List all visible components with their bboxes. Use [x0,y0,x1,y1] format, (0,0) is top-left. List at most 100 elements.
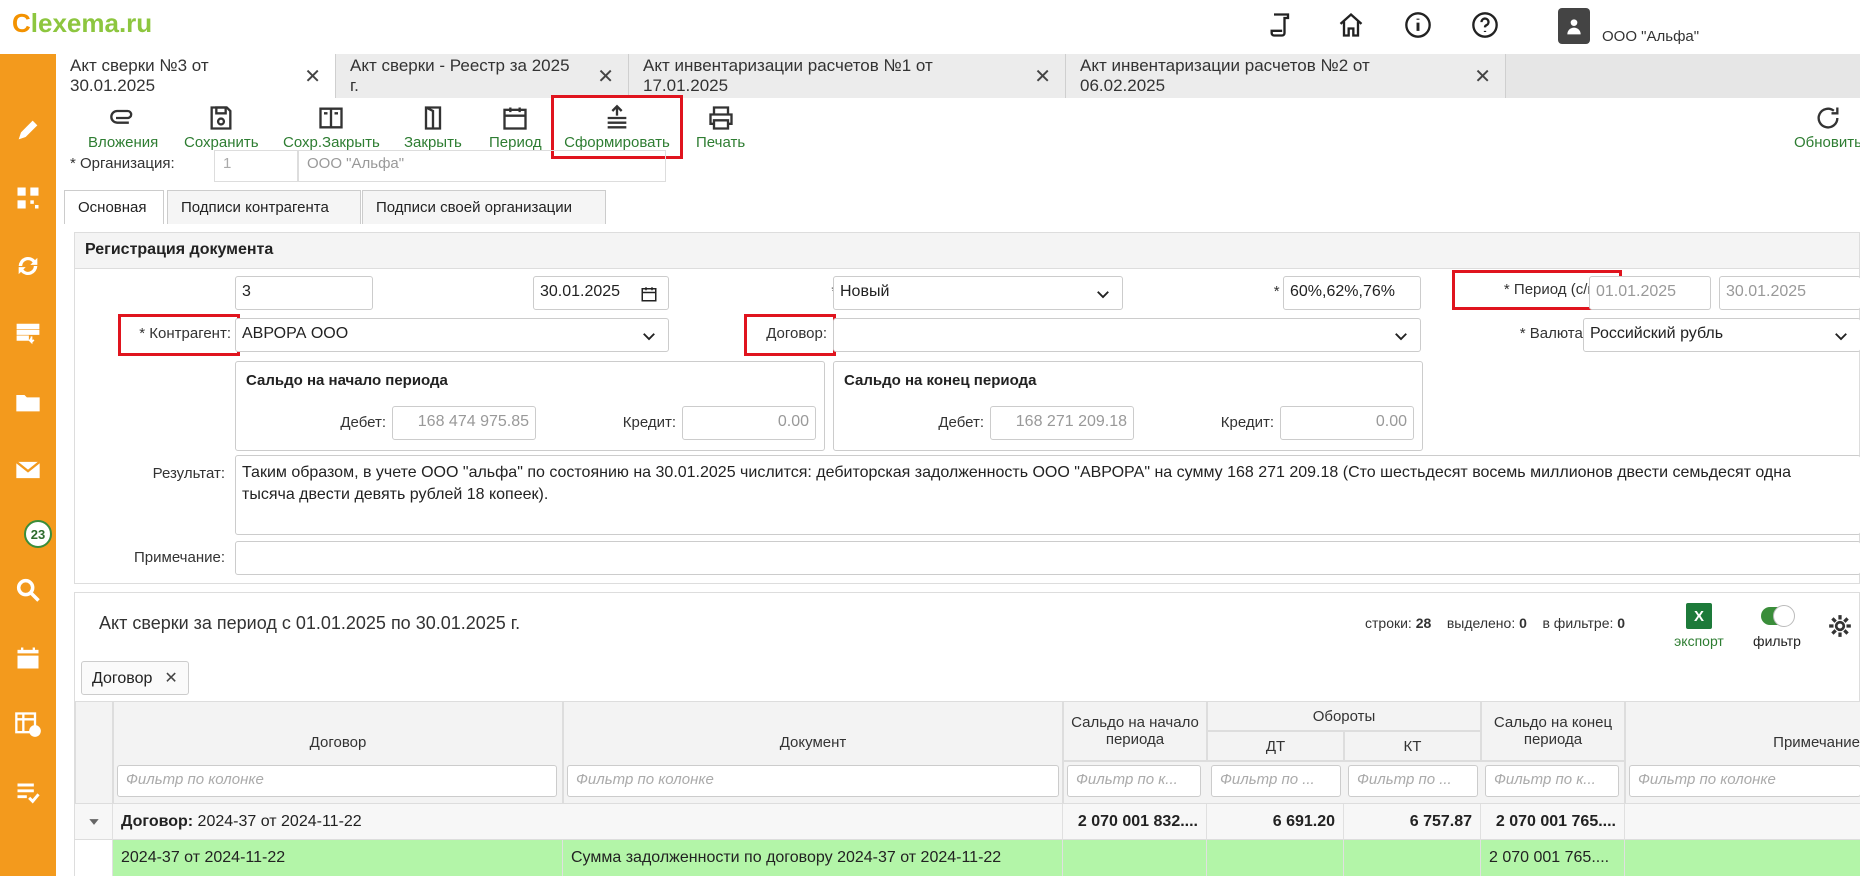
chip-label: Договор [92,670,153,687]
refresh-icon [1817,107,1839,129]
scroll-icon[interactable] [1266,10,1296,40]
search-icon[interactable] [12,574,44,606]
filter-toggle[interactable]: фильтр [1747,603,1807,649]
rows-count: 28 [1415,615,1432,631]
close-icon[interactable]: ✕ [164,670,177,687]
save-close-button[interactable]: Сохр.Закрыть [283,104,380,156]
app-logo[interactable]: Clexema.ru [12,8,152,39]
row-kt-cell [1344,840,1481,876]
counterparty-label: * Контрагент: [118,314,240,356]
currency-value: Российский рубль [1590,325,1724,342]
gear-icon[interactable] [1827,613,1853,643]
period-to-field[interactable]: 30.01.2025 [1719,276,1860,310]
close-icon[interactable]: ✕ [1474,64,1491,89]
group-label-cell: Договор: 2024-37 от 2024-11-22 [113,804,1063,840]
toggle-switch[interactable] [1761,605,1795,627]
table-clock-icon[interactable] [12,708,44,740]
account-field[interactable]: 60%,62%,76% [1283,276,1421,310]
folder-icon[interactable] [12,386,44,418]
header-kt[interactable]: КТ [1344,731,1481,761]
close-button[interactable]: Закрыть [404,104,462,156]
checklist-icon[interactable] [12,776,44,808]
end-credit-field[interactable]: 0.00 [1280,406,1414,440]
filter-kt-input[interactable]: Фильтр по ... [1348,765,1478,797]
organization-select[interactable]: ООО "Альфа" [298,150,666,182]
qr-icon[interactable] [12,182,44,214]
group-chip[interactable]: Договор ✕ [81,661,189,695]
filter-dt-input[interactable]: Фильтр по ... [1211,765,1341,797]
top-bar: Clexema.ru ООО "Альфа" [0,0,1860,54]
filter-end-input[interactable]: Фильтр по к... [1485,765,1619,797]
header-end-balance[interactable]: Сальдо на конец периода [1481,701,1625,761]
collapse-icon[interactable] [75,804,113,840]
print-button[interactable]: Печать [696,104,745,156]
generate-button[interactable]: Сформировать [551,95,683,159]
tab-act-registry[interactable]: Акт сверки - Реестр за 2025 г. ✕ [336,54,629,98]
number-field[interactable]: 3 [235,276,373,310]
tab-inventory-2[interactable]: Акт инвентаризации расчетов №2 от 06.02.… [1066,54,1506,98]
excel-icon: X [1686,603,1712,629]
start-debit-field[interactable]: 168 474 975.85 [392,406,536,440]
filter-note-input[interactable]: Фильтр по колонке [1629,765,1860,797]
user-avatar[interactable] [1558,8,1590,44]
help-icon[interactable] [1470,10,1500,40]
calendar-icon[interactable] [12,642,44,674]
user-name[interactable]: ООО "Альфа" [1602,28,1699,45]
table-group-row[interactable]: Договор: 2024-37 от 2024-11-22 2 070 001… [75,804,1860,840]
close-icon[interactable]: ✕ [597,64,614,89]
header-start-balance[interactable]: Сальдо на начало периода [1063,701,1207,761]
export-label: экспорт [1674,633,1724,649]
export-button[interactable]: X экспорт [1669,603,1729,649]
tab-own-signatures[interactable]: Подписи своей организации [362,190,606,224]
status-value: Новый [840,283,890,300]
download-list-icon[interactable] [12,318,44,350]
attachments-button[interactable]: Вложения [88,104,158,156]
header-label: Документ [779,734,847,751]
filter-start-input[interactable]: Фильтр по к... [1067,765,1201,797]
header-label: Договор [309,734,367,751]
result-line: тысяча двести девять рублей 18 копеек). [242,486,549,503]
close-icon[interactable]: ✕ [1034,64,1051,89]
end-debit-field[interactable]: 168 271 209.18 [990,406,1134,440]
period-from-field[interactable]: 01.01.2025 [1589,276,1711,310]
start-credit-field[interactable]: 0.00 [682,406,816,440]
header-dt[interactable]: ДТ [1207,731,1344,761]
print-label: Печать [696,134,746,151]
printer-icon [708,106,733,130]
end-balance-box: Сальдо на конец периода Дебет: 168 271 2… [833,361,1423,451]
toolbar: Вложения Сохранить Сохр.Закрыть Закрыть … [56,95,1860,159]
status-select[interactable]: Новый [833,276,1123,310]
contract-select[interactable] [833,318,1421,352]
mail-icon[interactable] [12,454,44,486]
start-balance-title: Сальдо на начало периода [246,372,448,389]
save-button[interactable]: Сохранить [184,104,259,156]
close-icon[interactable]: ✕ [304,64,321,89]
counterparty-select[interactable]: АВРОРА ООО [235,318,669,352]
pencil-icon[interactable] [12,114,44,146]
registration-panel: Регистрация документа Номер: 3 * Дата: 3… [74,232,1860,584]
refresh-button[interactable]: Обновить [1794,104,1860,156]
result-field[interactable]: Таким образом, в учете ООО "альфа" по со… [235,455,1860,535]
info-icon[interactable] [1403,10,1433,40]
filter-contract-input[interactable]: Фильтр по колонке [117,765,557,797]
contract-label: Договор: [744,314,836,356]
calendar-icon[interactable] [640,285,658,303]
home-icon[interactable] [1336,10,1366,40]
tab-act-3[interactable]: Акт сверки №3 от 30.01.2025 ✕ [56,54,336,98]
filter-document-input[interactable]: Фильтр по колонке [567,765,1059,797]
chevron-down-icon [1395,333,1407,341]
counterparty-value: АВРОРА ООО [242,325,349,342]
date-field[interactable]: 30.01.2025 [533,276,669,310]
table-row[interactable]: 2024-37 от 2024-11-22 Сумма задолженност… [75,840,1860,876]
currency-select[interactable]: Российский рубль [1583,318,1860,352]
tab-inventory-1[interactable]: Акт инвентаризации расчетов №1 от 17.01.… [629,54,1066,98]
organization-number-field[interactable]: 1 [214,150,298,182]
note-field[interactable] [235,541,1860,575]
period-button[interactable]: Период [489,104,542,156]
sync-icon[interactable] [12,250,44,282]
tab-label: Акт инвентаризации расчетов №2 от 06.02.… [1080,56,1370,95]
tab-counterparty-signatures[interactable]: Подписи контрагента [167,190,361,224]
start-credit-label: Кредит: [622,414,676,431]
save-close-label: Сохр.Закрыть [283,134,380,151]
tab-main[interactable]: Основная [64,190,164,224]
